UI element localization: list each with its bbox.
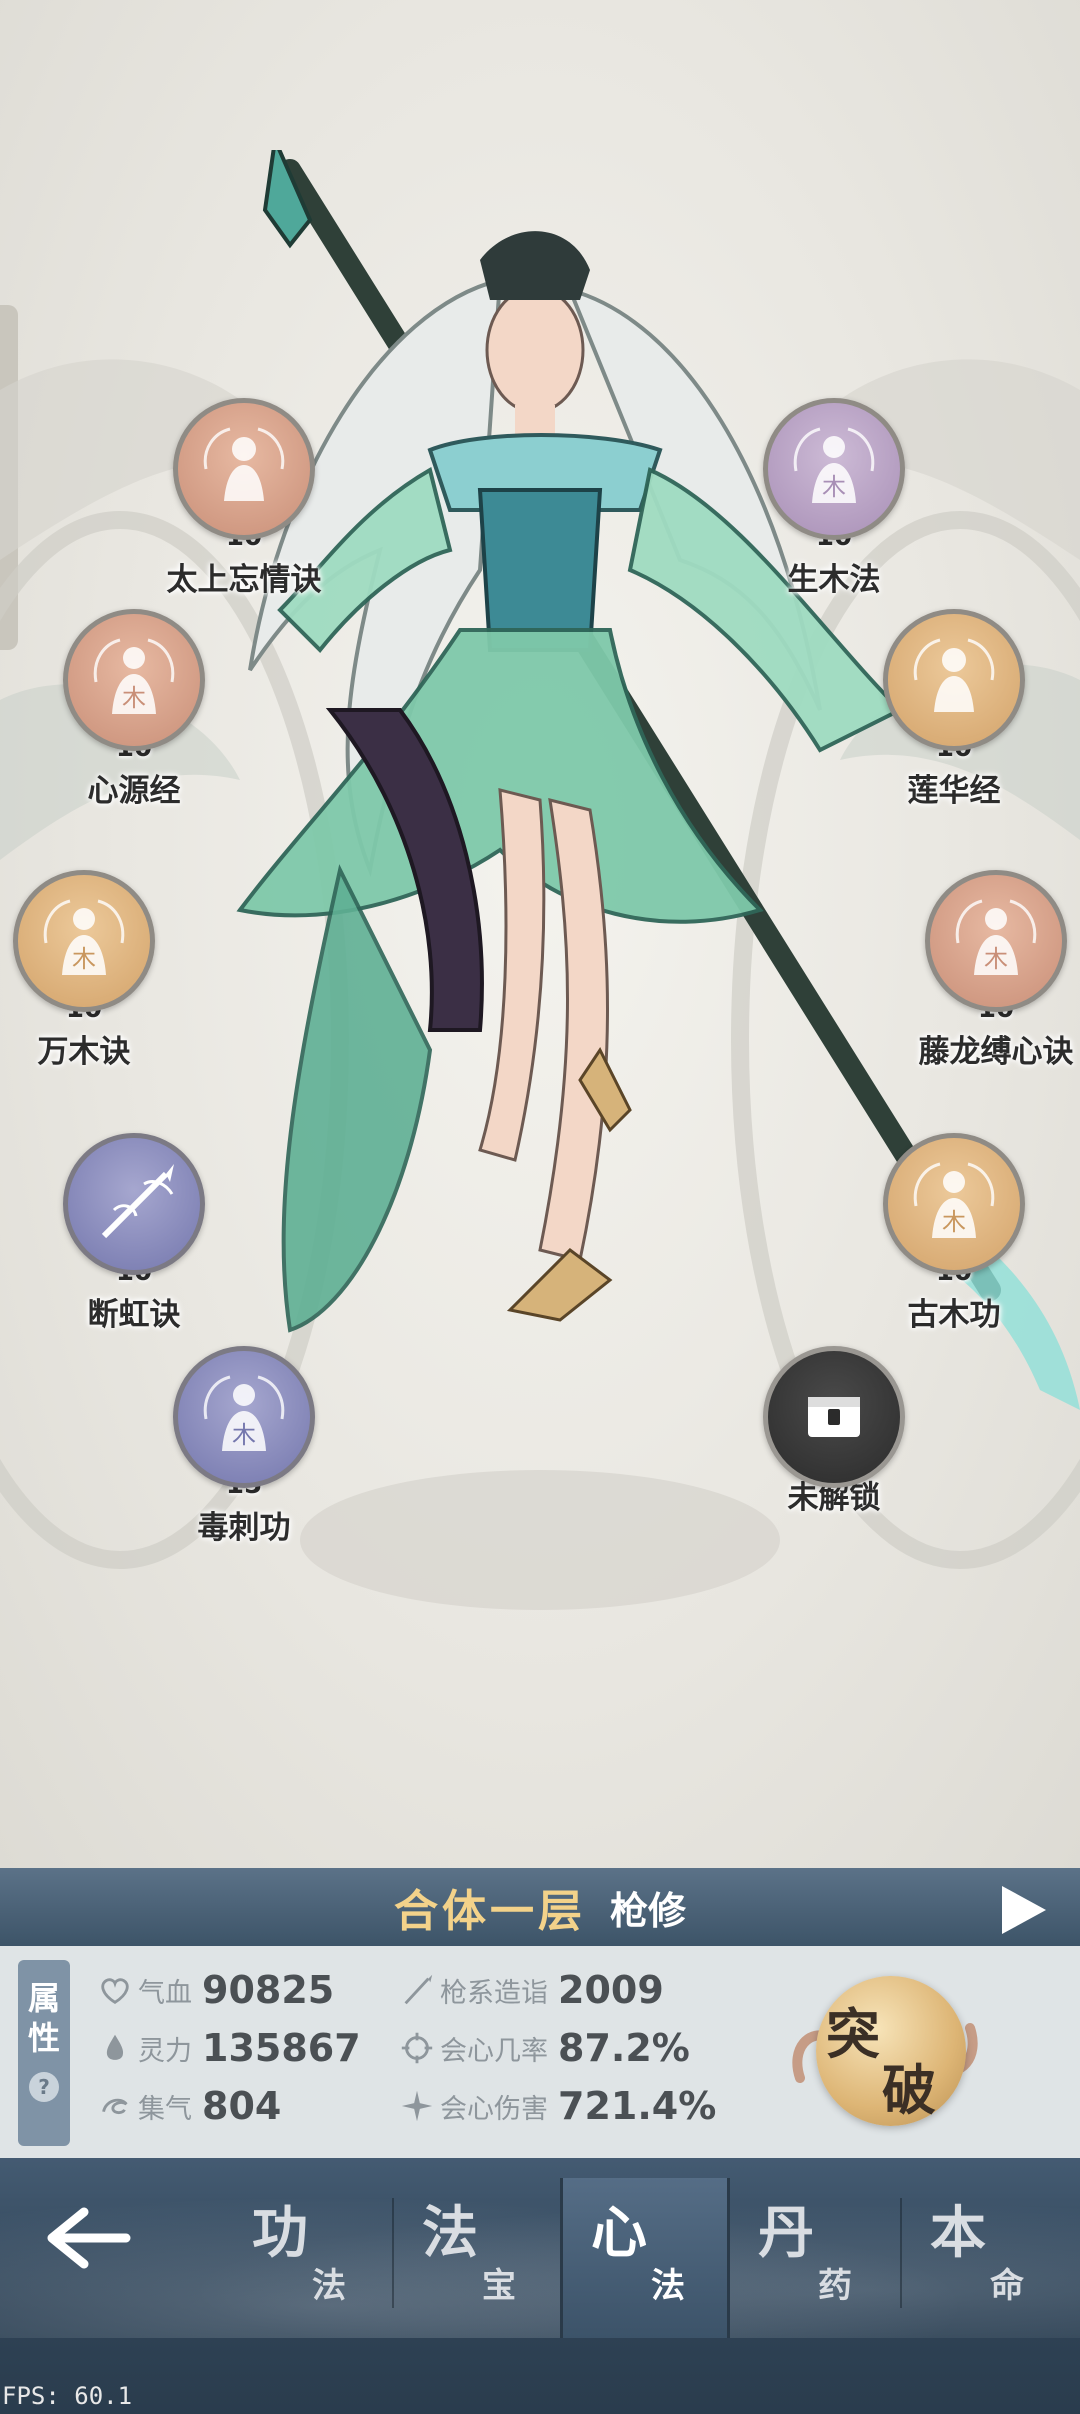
tab-sublabel: 法: [312, 2266, 346, 2306]
svg-text:木: 木: [232, 1421, 256, 1449]
tab-label: 本: [930, 2201, 986, 2266]
fps-counter: FPS: 60.1: [2, 2382, 133, 2410]
skill-medal: [883, 609, 1025, 751]
lock-chest-icon: [808, 1397, 860, 1437]
realm-banner: 合体一层 枪修: [0, 1868, 1080, 1946]
tab-gongfa[interactable]: 功 法: [224, 2178, 394, 2338]
realm-title: 合体一层: [393, 1886, 586, 1937]
stat-label: 集气: [138, 2093, 192, 2125]
crit-rate-icon: [401, 2032, 433, 2064]
spear-icon: [404, 1974, 433, 2005]
stat-value: 135867: [202, 2026, 361, 2070]
heart-icon: [101, 1978, 129, 2005]
stat-spear-mastery: 枪系造诣 2009: [398, 1962, 664, 2018]
breakthrough-button[interactable]: 突 破: [790, 1968, 980, 2138]
stat-value: 2009: [558, 1968, 664, 2012]
skill-medal: 木: [883, 1133, 1025, 1275]
skill-medal: [763, 1346, 905, 1488]
skill-name: 万木诀: [37, 1034, 131, 1070]
skill-medal: 木: [173, 1346, 315, 1488]
stat-hp: 气血 90825: [96, 1962, 334, 2018]
figure-wood-icon: 木: [203, 1375, 285, 1451]
tab-sublabel: 法: [651, 2266, 685, 2306]
figure-wood-icon: 木: [793, 427, 875, 503]
play-arrow-icon[interactable]: [1002, 1886, 1046, 1934]
skill-shengmu-fa[interactable]: 木 10 生木法: [714, 398, 954, 628]
skill-tenglong-fuxin-jue[interactable]: 木 10 藤龙缚心诀: [876, 870, 1080, 1100]
breakthrough-label: 破: [882, 2059, 936, 2122]
skill-duanhong-jue[interactable]: 10 断虹诀: [14, 1133, 254, 1363]
svg-text:木: 木: [822, 473, 846, 501]
skill-medal: 木: [13, 870, 155, 1012]
stat-label: 气血: [138, 1977, 192, 2009]
tab-label: 法: [422, 2201, 478, 2266]
stat-label: 灵力: [138, 2035, 192, 2067]
stat-value: 804: [202, 2084, 282, 2128]
attributes-tab[interactable]: 属 性 ?: [18, 1960, 70, 2146]
skill-wanmu-jue[interactable]: 木 10 万木诀: [0, 870, 204, 1100]
skill-lianhua-jing[interactable]: 10 莲华经: [834, 609, 1074, 839]
skill-medal: 木: [925, 870, 1067, 1012]
tab-benming[interactable]: 本 命: [902, 2178, 1072, 2338]
stat-value: 87.2%: [558, 2026, 690, 2070]
svg-text:木: 木: [72, 945, 96, 973]
skill-xinyuan-jing[interactable]: 木 10 心源经: [14, 609, 254, 839]
stat-crit-damage: 会心伤害 721.4%: [398, 2078, 716, 2134]
skill-name: 生木法: [787, 562, 881, 598]
skill-medal: 木: [763, 398, 905, 540]
tab-sublabel: 命: [990, 2266, 1024, 2306]
back-arrow-icon[interactable]: [40, 2198, 140, 2278]
figure-wood-icon: 木: [913, 1162, 995, 1238]
skill-taishang-wangqing[interactable]: 10 太上忘情诀: [124, 398, 364, 628]
stat-label: 枪系造诣: [440, 1977, 548, 2009]
skill-duci-gong[interactable]: 木 15 毒刺功: [124, 1346, 364, 1576]
skill-medal: [63, 1133, 205, 1275]
attributes-tab-label: 性: [27, 2019, 60, 2057]
figure-wood-icon: 木: [955, 899, 1037, 975]
crit-damage-icon: [401, 2090, 433, 2122]
swirl-icon: [102, 2098, 128, 2115]
skill-name: 莲华经: [907, 773, 1001, 809]
breakthrough-label: 突: [826, 2003, 880, 2066]
tab-sublabel: 宝: [482, 2266, 516, 2306]
skill-name: 毒刺功: [197, 1510, 291, 1546]
tab-label: 功: [252, 2201, 308, 2266]
skill-name: 断虹诀: [87, 1297, 181, 1333]
skill-name: 心源经: [87, 773, 181, 809]
figure-wood-icon: 木: [43, 899, 125, 975]
tab-danyao[interactable]: 丹 药: [730, 2178, 900, 2338]
figure-wood-icon: 木: [93, 638, 175, 714]
figure-icon: [203, 427, 285, 501]
figure-icon: [913, 638, 995, 712]
skill-slot-locked[interactable]: 未解锁: [714, 1346, 954, 1576]
spear-icon: [101, 1164, 174, 1239]
stat-spirit: 灵力 135867: [96, 2020, 361, 2076]
tab-label: 心: [591, 2201, 647, 2266]
bottom-nav: 功 法 法 宝 心 法 丹 药 本 命: [0, 2158, 1080, 2414]
attributes-tab-label: 属: [27, 1979, 60, 2017]
skill-gumu-gong[interactable]: 木 10 古木功: [834, 1133, 1074, 1363]
stat-label: 会心几率: [440, 2035, 548, 2067]
stat-crit-rate: 会心几率 87.2%: [398, 2020, 690, 2076]
skill-medal: 木: [63, 609, 205, 751]
stat-value: 90825: [202, 1968, 335, 2012]
help-icon[interactable]: ?: [29, 2072, 59, 2102]
stat-value: 721.4%: [558, 2084, 717, 2128]
tab-xinfa[interactable]: 心 法: [560, 2178, 730, 2338]
stat-gather-qi: 集气 804: [96, 2078, 281, 2134]
tab-label: 丹: [758, 2201, 814, 2266]
spirit-drop-icon: [106, 2034, 124, 2060]
skill-medal: [173, 398, 315, 540]
tab-fabao[interactable]: 法 宝: [394, 2178, 564, 2338]
svg-text:木: 木: [942, 1208, 966, 1236]
skill-name: 古木功: [907, 1297, 1001, 1333]
skill-name: 藤龙缚心诀: [918, 1034, 1074, 1070]
stat-label: 会心伤害: [440, 2093, 548, 2125]
svg-text:木: 木: [984, 945, 1008, 973]
cultivation-type: 枪修: [609, 1888, 686, 1933]
svg-text:木: 木: [122, 684, 146, 712]
skill-name: 太上忘情诀: [166, 562, 322, 598]
tab-sublabel: 药: [818, 2266, 852, 2306]
